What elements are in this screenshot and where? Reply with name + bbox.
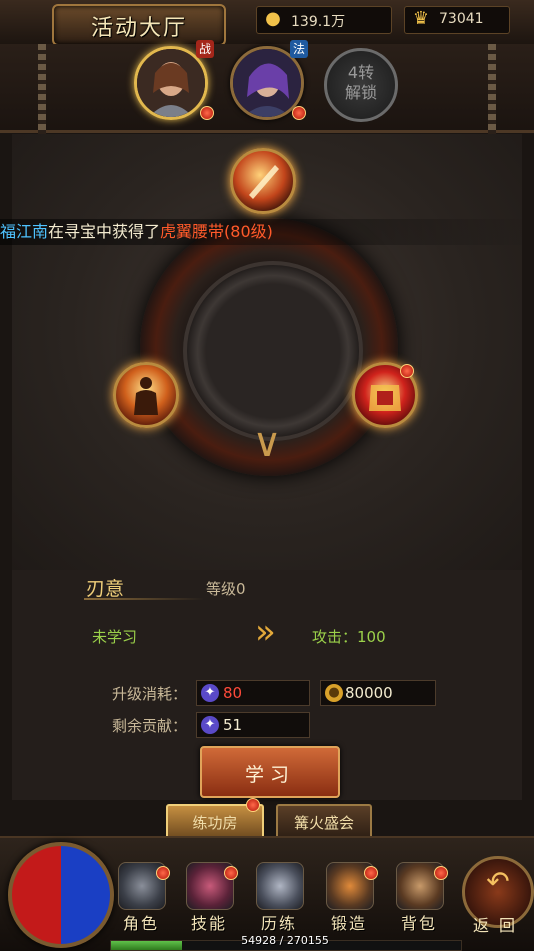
skill-name: 刃意 [86,578,125,600]
ingot-icon: ♛ [412,8,430,29]
page-title: 活动大厅 [90,16,187,41]
nav-item-forge[interactable]: 锻造 [320,862,378,933]
warrior-portrait-icon [137,49,205,117]
nav-item-skill[interactable]: 技能 [180,862,238,933]
gold-cost-field: ● 80000 [320,680,436,706]
nav-notification-dot [224,866,238,880]
tab-bonfire-party[interactable]: 篝火盛会 [276,804,372,840]
ingot-value: 73041 [439,11,484,27]
skill-level: 等级0 [206,580,246,598]
gold-value: 139.1万 [291,14,346,30]
tab-notification-dot [246,798,260,812]
skill-notification-dot [400,364,414,378]
ingot-display: ♛ 73041 [404,6,510,34]
gold-display: ● 139.1万 [256,6,392,34]
skill-status: 未学习 [92,628,138,646]
learn-button-label: 学习 [244,764,295,786]
experience-value: 54928 / 270155 [241,934,329,947]
locked-hero-slot[interactable]: 4转 解锁 [324,48,398,122]
remaining-contribution-field: ✦ 51 [196,712,310,738]
broadcast-item: 虎翼腰带(80级) [160,222,273,241]
gold-coin-icon: ● [265,8,281,29]
remaining-contribution-label: 剩余贡献： [112,717,188,735]
contribution-icon: ✦ [201,716,219,734]
nav-notification-dot [364,866,378,880]
broadcast-marquee: 福江南在寻宝中获得了虎翼腰带(80级) [0,219,534,245]
nav-item-training[interactable]: 历练 [250,862,308,933]
upgrade-cost-label: 升级消耗： [112,685,188,703]
tab-practice-room-label: 练功房 [192,814,238,832]
skill-blade-slot[interactable] [230,148,296,214]
broadcast-text: 在寻宝中获得了 [48,222,161,241]
helmet-icon [256,862,304,910]
nav-notification-dot [156,866,170,880]
hero-notification-dot [292,106,306,120]
contribution-cost-value: 80 [223,684,243,702]
contribution-icon: ✦ [201,684,219,702]
skill-body-slot[interactable] [113,362,179,428]
gold-coin-icon: ● [325,684,343,702]
blade-icon [249,165,279,199]
gold-cost-value: 80000 [345,684,393,702]
divider [84,598,204,600]
skill-wheel-center [183,261,363,441]
nav-item-label: 背包 [400,914,437,933]
double-chevron-right-icon: » [255,612,276,652]
yin-yang-menu-icon[interactable] [8,842,114,948]
locked-slot-label: 4转 解锁 [327,63,395,103]
chain-decoration [38,44,46,134]
back-button-label: 返回 [472,916,525,935]
nav-item-label: 技能 [190,914,227,933]
next-level-bonus: 攻击：100 [312,628,386,646]
tab-bonfire-party-label: 篝火盛会 [293,814,354,832]
nav-item-bag[interactable]: 背包 [390,862,448,933]
warrior-class-badge: 战 [196,40,214,58]
warrior-body-icon [134,377,158,415]
hero-notification-dot [200,106,214,120]
learn-button[interactable]: 学习 [200,746,340,798]
mage-class-badge: 法 [290,40,308,58]
back-arrow-icon: ↶ [486,865,510,898]
nav-item-role[interactable]: 角色 [112,862,170,933]
broadcast-player: 福江南 [0,222,49,241]
nav-item-label: 历练 [260,914,297,933]
remaining-contribution-value: 51 [223,716,243,734]
mage-portrait-icon [233,49,301,117]
nav-item-label: 锻造 [330,914,367,933]
nav-notification-dot [434,866,448,880]
locked-slot-line1: 4转 [347,63,375,82]
locked-slot-line2: 解锁 [344,83,377,102]
chevron-down-icon: ∨ [252,420,282,466]
nav-item-label: 角色 [122,914,159,933]
contribution-cost-field: ✦ 80 [196,680,310,706]
chain-decoration [488,44,496,134]
